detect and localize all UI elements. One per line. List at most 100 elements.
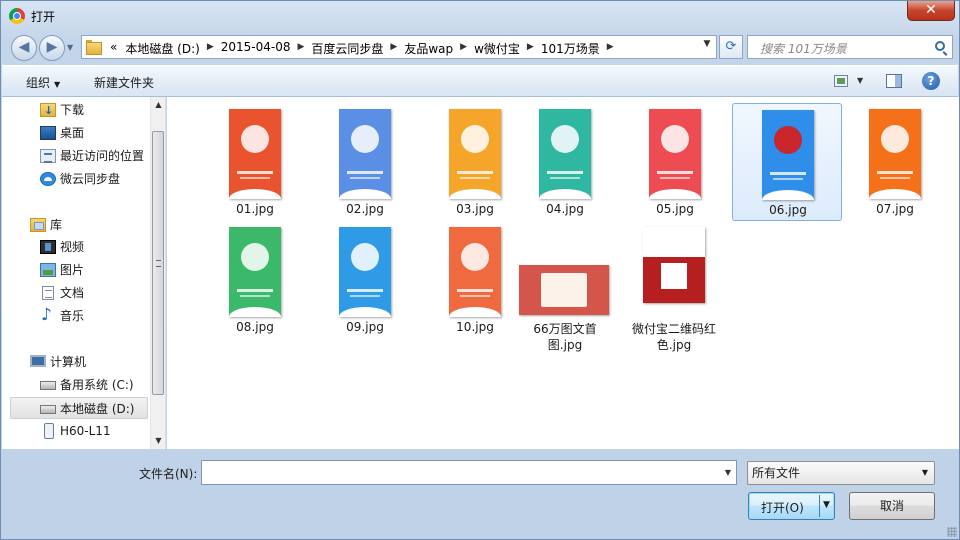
sidebar-item-recent-places[interactable]: 最近访问的位置	[2, 145, 148, 167]
file-item-09[interactable]: 09.jpg	[310, 217, 420, 337]
preview-pane-icon[interactable]	[886, 74, 902, 88]
sidebar-item-video[interactable]: 视频	[2, 236, 148, 258]
file-item-01[interactable]: 01.jpg	[200, 99, 310, 219]
chrome-icon	[9, 8, 25, 24]
scroll-down-icon[interactable]: ▼	[151, 433, 166, 449]
file-name: 09.jpg	[346, 320, 384, 334]
file-name: 05.jpg	[656, 202, 694, 216]
sidebar-item-computer[interactable]: 计算机	[2, 351, 148, 373]
sidebar-item-label: 视频	[60, 240, 85, 254]
music-icon	[40, 304, 54, 326]
image-thumbnail	[339, 109, 391, 199]
recent-locations-dropdown-icon[interactable]: ▼	[67, 43, 73, 52]
breadcrumb-item[interactable]: w微付宝	[470, 40, 524, 57]
file-item-66wan[interactable]: 66万图文首图.jpg	[518, 227, 612, 355]
image-thumbnail	[339, 227, 391, 317]
breadcrumb-overflow[interactable]: «	[106, 40, 121, 57]
breadcrumb-item[interactable]: 百度云同步盘	[307, 40, 387, 57]
change-view-icon[interactable]	[834, 75, 848, 87]
back-button[interactable]: ◀	[11, 35, 37, 61]
chevron-right-icon[interactable]: ▶	[524, 40, 537, 57]
grip-icon	[156, 260, 161, 267]
cancel-button[interactable]: 取消	[849, 492, 935, 520]
filename-input[interactable]	[201, 460, 737, 485]
filename-label: 文件名(N):	[139, 467, 198, 481]
desktop-icon	[40, 126, 56, 140]
chevron-right-icon[interactable]: ▶	[204, 40, 217, 57]
address-bar[interactable]: « 本地磁盘 (D:) ▶ 2015-04-08 ▶ 百度云同步盘 ▶ 友品wa…	[81, 35, 717, 59]
sidebar-item-phone[interactable]: H60-L11	[2, 420, 148, 442]
search-icon[interactable]	[935, 41, 945, 51]
open-button[interactable]: 打开(O) ▼	[748, 492, 835, 520]
file-item-02[interactable]: 02.jpg	[310, 99, 420, 219]
sidebar-item-pictures[interactable]: 图片	[2, 259, 148, 281]
file-item-08[interactable]: 08.jpg	[200, 217, 310, 337]
breadcrumb-item[interactable]: 本地磁盘 (D:)	[121, 40, 203, 57]
sidebar-item-drive-d[interactable]: 本地磁盘 (D:)	[10, 397, 148, 419]
scrollbar-thumb[interactable]	[152, 131, 164, 395]
forward-button[interactable]: ▶	[39, 35, 65, 61]
file-item-04[interactable]: 04.jpg	[510, 99, 620, 219]
breadcrumb-item[interactable]: 友品wap	[400, 40, 457, 57]
chevron-down-icon: ▼	[921, 468, 928, 477]
breadcrumb-item[interactable]: 101万场景	[537, 40, 604, 57]
sidebar-item-downloads[interactable]: 下载	[2, 99, 148, 122]
chevron-right-icon[interactable]: ▶	[457, 40, 470, 57]
image-thumbnail	[449, 109, 501, 199]
file-name: 微付宝二维码红色.jpg	[631, 322, 716, 352]
sidebar-item-library[interactable]: 库	[2, 214, 148, 236]
sidebar-item-label: 微云同步盘	[60, 172, 121, 186]
sidebar-item-label: 图片	[60, 263, 85, 277]
sidebar-item-label: 本地磁盘 (D:)	[60, 402, 135, 416]
new-folder-button[interactable]: 新建文件夹	[94, 74, 154, 91]
breadcrumb: « 本地磁盘 (D:) ▶ 2015-04-08 ▶ 百度云同步盘 ▶ 友品wa…	[106, 40, 617, 57]
sidebar-item-music[interactable]: 音乐	[2, 304, 148, 327]
open-options-dropdown-icon[interactable]: ▼	[823, 500, 830, 510]
chevron-right-icon[interactable]: ▶	[604, 40, 617, 57]
sidebar-item-label: 文档	[60, 286, 85, 300]
file-item-10[interactable]: 10.jpg	[420, 217, 530, 337]
view-options-dropdown-icon[interactable]: ▼	[857, 76, 863, 85]
image-thumbnail	[519, 265, 609, 315]
search-input[interactable]: 搜索 101万场景	[747, 35, 953, 59]
phone-icon	[44, 423, 54, 439]
file-name: 66万图文首图.jpg	[533, 322, 597, 352]
address-dropdown-icon[interactable]: ▼	[700, 39, 714, 49]
file-name: 01.jpg	[236, 202, 274, 216]
organize-label: 组织	[26, 76, 51, 90]
chevron-down-icon: ▼	[54, 80, 61, 89]
pictures-icon	[40, 263, 56, 277]
file-item-05[interactable]: 05.jpg	[620, 99, 730, 219]
help-icon[interactable]: ?	[922, 72, 940, 90]
sidebar-item-documents[interactable]: 文档	[2, 282, 148, 304]
filename-dropdown-icon[interactable]: ▼	[719, 460, 737, 485]
close-button[interactable]: ✕	[907, 1, 955, 21]
drive-icon	[40, 381, 56, 390]
organize-button[interactable]: 组织 ▼	[26, 74, 60, 91]
file-name: 04.jpg	[546, 202, 584, 216]
filetype-select[interactable]: 所有文件 ▼	[747, 461, 935, 485]
sidebar-scrollbar[interactable]: ▲ ▼	[150, 97, 165, 449]
sidebar-item-label: 最近访问的位置	[60, 149, 145, 163]
file-name: 08.jpg	[236, 320, 274, 334]
scroll-up-icon[interactable]: ▲	[151, 97, 166, 113]
breadcrumb-item[interactable]: 2015-04-08	[217, 40, 295, 57]
chevron-right-icon[interactable]: ▶	[294, 40, 307, 57]
title-bar[interactable]: 打开 ✕	[1, 1, 959, 31]
file-list: 01.jpg 02.jpg 03.jpg 04.jpg 05.jpg 06.jp…	[167, 97, 959, 449]
file-item-06[interactable]: 06.jpg	[732, 103, 842, 221]
image-thumbnail	[869, 109, 921, 199]
image-thumbnail	[229, 109, 281, 199]
resize-grip-icon[interactable]	[947, 527, 957, 537]
file-item-qrcode[interactable]: 微付宝二维码红色.jpg	[628, 227, 720, 355]
chevron-right-icon[interactable]: ▶	[387, 40, 400, 57]
sidebar-item-weiyun[interactable]: 微云同步盘	[2, 168, 148, 190]
search-placeholder: 搜索 101万场景	[760, 42, 847, 56]
file-item-07[interactable]: 07.jpg	[840, 99, 950, 219]
sidebar-item-label: 备用系统 (C:)	[60, 378, 134, 392]
refresh-button[interactable]: ⟳	[719, 35, 743, 59]
open-file-dialog: 打开 ✕ ◀ ▶ ▼ « 本地磁盘 (D:) ▶ 2015-04-08 ▶ 百度…	[0, 0, 960, 540]
image-thumbnail	[649, 109, 701, 199]
sidebar-item-desktop[interactable]: 桌面	[2, 122, 148, 144]
sidebar-item-drive-c[interactable]: 备用系统 (C:)	[2, 374, 148, 396]
